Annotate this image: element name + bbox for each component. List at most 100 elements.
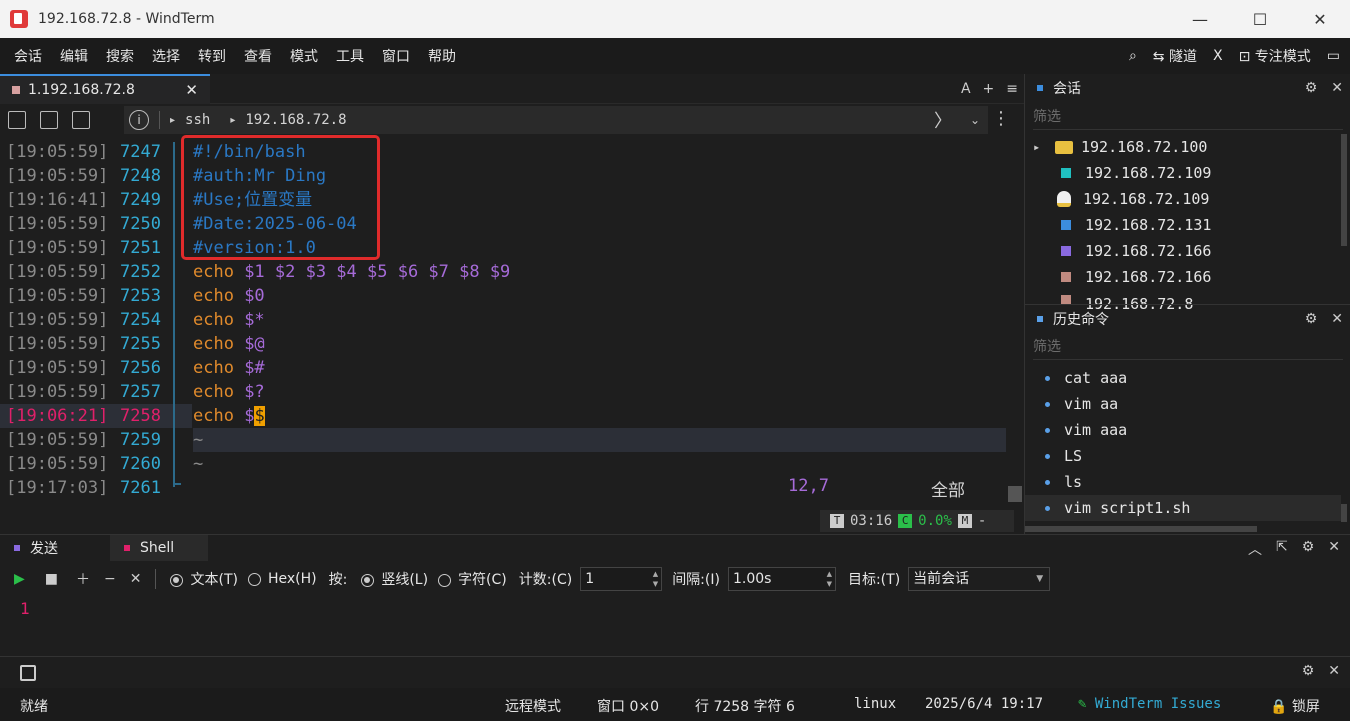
menu-mode[interactable]: 模式 xyxy=(276,46,326,66)
code-token: echo xyxy=(193,358,245,378)
menu-session[interactable]: 会话 xyxy=(0,46,50,66)
font-size-button[interactable]: A xyxy=(961,81,971,97)
session-item[interactable]: 192.168.72.109 xyxy=(1025,160,1341,186)
tunnel-button[interactable]: ⇆ 隧道 xyxy=(1153,46,1197,66)
target-select[interactable]: 当前会话 ▼ xyxy=(908,567,1051,591)
sessions-scrollbar[interactable] xyxy=(1341,134,1347,246)
menu-search[interactable]: 搜索 xyxy=(92,46,142,66)
collapse-icon[interactable]: ︿ xyxy=(1248,539,1262,559)
maximize-button[interactable]: ☐ xyxy=(1230,0,1290,38)
path-segment-protocol[interactable]: ssh xyxy=(185,112,210,128)
session-item[interactable]: 192.168.72.166 xyxy=(1025,238,1341,264)
close-icon[interactable]: ✕ xyxy=(1331,80,1343,96)
history-item[interactable]: ls xyxy=(1025,469,1341,495)
more-vertical-icon[interactable]: ⋮ xyxy=(992,110,1010,128)
menu-goto[interactable]: 转到 xyxy=(184,46,234,66)
layout-icon[interactable]: ▭ xyxy=(1327,48,1340,64)
info-icon[interactable]: i xyxy=(129,110,149,130)
path-segment-host[interactable]: 192.168.72.8 xyxy=(245,112,346,128)
history-item[interactable]: vim aa xyxy=(1025,391,1341,417)
close-icon[interactable]: ✕ xyxy=(1331,311,1343,327)
session-item[interactable]: 192.168.72.109 xyxy=(1025,186,1341,212)
sessions-filter-input[interactable]: 筛选 xyxy=(1033,104,1343,130)
history-item[interactable]: LS xyxy=(1025,443,1341,469)
code-token: ~ xyxy=(193,454,204,474)
terminal-view[interactable]: [19:05:59] 7247 #!/bin/bash [19:05:59] 7248 #… xyxy=(0,135,1024,534)
spin-arrows-icon[interactable]: ▲ ▼ xyxy=(827,569,832,589)
plus-icon[interactable]: ＋ xyxy=(76,569,90,589)
tab-menu-button[interactable]: ≡ xyxy=(1006,81,1018,97)
play-icon[interactable]: ▶ xyxy=(14,571,25,587)
stop-icon[interactable]: ■ xyxy=(45,571,58,587)
history-vscrollbar[interactable] xyxy=(1341,504,1347,522)
char-radio[interactable]: 字符(C) xyxy=(438,569,507,589)
square-icon xyxy=(1061,220,1071,230)
history-scrollbar[interactable] xyxy=(1025,526,1257,532)
expand-arrow-icon[interactable]: ▸ xyxy=(1033,140,1040,154)
new-tab-button[interactable]: + xyxy=(983,81,995,97)
line-code: ~ xyxy=(193,452,203,476)
chevron-down-icon[interactable]: ⌄ xyxy=(970,113,980,127)
gear-icon[interactable]: ⚙ xyxy=(1302,539,1315,559)
tab-marker-icon xyxy=(124,545,130,551)
focus-icon: ⊡ xyxy=(1238,49,1255,65)
clear-icon[interactable]: ✕ xyxy=(130,571,142,587)
chevron-right-icon[interactable]: 〉 xyxy=(934,107,952,133)
minimize-button[interactable]: — xyxy=(1170,0,1230,38)
close-icon[interactable]: ✕ xyxy=(1328,663,1340,679)
tab-close-icon[interactable]: ✕ xyxy=(185,81,198,99)
menu-tools[interactable]: 工具 xyxy=(322,46,372,66)
tab-session[interactable]: 1.192.168.72.8 ✕ xyxy=(0,73,210,104)
play-arrow-icon: ▸ xyxy=(170,114,176,126)
tab-send-label: 发送 xyxy=(30,541,58,557)
fold-guide-end xyxy=(173,483,181,485)
menu-view[interactable]: 查看 xyxy=(230,46,280,66)
menu-window[interactable]: 窗口 xyxy=(368,46,418,66)
history-item[interactable]: cat aaa xyxy=(1025,365,1341,391)
panel-toggle-icon[interactable] xyxy=(20,665,36,681)
close-window-button[interactable]: ✕ xyxy=(1290,0,1350,38)
count-stepper[interactable]: 1 ▲ ▼ xyxy=(580,567,663,591)
address-bar[interactable]: i ▸ ssh ▸ 192.168.72.8 〉 ⌄ xyxy=(124,106,988,134)
menu-select[interactable]: 选择 xyxy=(138,46,188,66)
gear-icon[interactable]: ⚙ xyxy=(1305,311,1318,327)
new-session-icon[interactable] xyxy=(8,111,26,129)
line-label: 竖线(L) xyxy=(381,572,429,588)
search-icon[interactable]: ⌕ xyxy=(1129,48,1137,64)
square-icon xyxy=(1061,246,1071,256)
text-mode-radio[interactable]: 文本(T) xyxy=(170,569,238,589)
lock-screen-button[interactable]: 🔒 锁屏 xyxy=(1270,696,1320,716)
gear-icon[interactable]: ⚙ xyxy=(1305,80,1318,96)
session-item[interactable]: 192.168.72.166 xyxy=(1025,264,1341,290)
gear-icon[interactable]: ⚙ xyxy=(1302,663,1315,679)
close-icon[interactable]: ✕ xyxy=(1328,539,1340,559)
issues-link[interactable]: ✎ WindTerm Issues xyxy=(1078,696,1221,712)
history-item[interactable]: vim aaa xyxy=(1025,417,1341,443)
history-item[interactable]: vim script1.sh xyxy=(1025,495,1341,521)
tab-shell[interactable]: Shell xyxy=(110,535,208,561)
remote-mode-status[interactable]: 远程模式 xyxy=(505,696,561,716)
history-filter-input[interactable]: 筛选 xyxy=(1033,334,1343,360)
new-split-icon[interactable] xyxy=(40,111,58,129)
tab-send[interactable]: 发送 xyxy=(0,535,110,561)
session-item[interactable]: 192.168.72.131 xyxy=(1025,212,1341,238)
send-content-editor[interactable]: 1 xyxy=(20,599,30,618)
session-item[interactable]: ▸ 192.168.72.100 xyxy=(1025,134,1341,160)
focus-mode-button[interactable]: ⊡ 专注模式 xyxy=(1239,46,1311,66)
line-timestamp: [19:16:41] xyxy=(6,190,109,210)
chevron-down-icon: ▼ xyxy=(1036,574,1044,584)
line-radio[interactable]: 竖线(L) xyxy=(361,569,428,589)
restore-icon[interactable]: ⇱ xyxy=(1276,539,1288,559)
line-number: 7259 xyxy=(120,430,161,450)
minus-icon[interactable]: − xyxy=(104,571,116,587)
menu-help[interactable]: 帮助 xyxy=(414,46,464,66)
duplicate-session-icon[interactable] xyxy=(72,111,90,129)
vim-cursor-position: 12,7 xyxy=(788,476,829,496)
x-button[interactable]: X xyxy=(1213,48,1223,64)
session-label: 192.168.72.109 xyxy=(1085,164,1212,182)
interval-stepper[interactable]: 1.00s ▲ ▼ xyxy=(727,567,836,591)
hex-mode-radio[interactable]: Hex(H) xyxy=(247,571,317,587)
menu-edit[interactable]: 编辑 xyxy=(46,46,96,66)
terminal-scrollbar[interactable] xyxy=(1008,486,1022,502)
spin-arrows-icon[interactable]: ▲ ▼ xyxy=(653,569,658,589)
